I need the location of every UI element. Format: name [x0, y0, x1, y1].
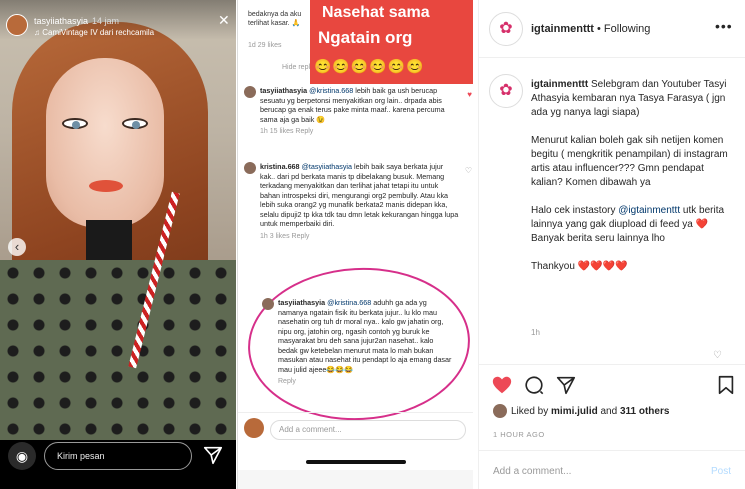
banner-line-2: Ngatain org [314, 28, 417, 48]
comment-avatar[interactable] [244, 162, 256, 174]
own-avatar [244, 418, 264, 438]
caption-mention[interactable]: @igtainmenttt [618, 205, 680, 216]
story-avatar[interactable] [6, 14, 28, 36]
comment-1: tasyiiathasyia @kristina.668 lebih baik … [244, 86, 472, 137]
caption-avatar[interactable]: ✿ [489, 74, 523, 108]
liked-by-count[interactable]: 311 others [620, 406, 669, 417]
comment-2: kristina.668 @tasyiiathasyia lebih baik … [244, 162, 472, 242]
bottom-strip [238, 470, 473, 489]
comment-username[interactable]: kristina.668 [260, 162, 300, 171]
home-indicator[interactable] [306, 460, 406, 464]
comment-mention[interactable]: @tasyiiathasyia [302, 162, 352, 171]
post-panel: ✿ igtainmenttt • Following ••• ✿ igtainm… [478, 0, 745, 489]
comment-meta[interactable]: 1h 3 likes Reply [260, 232, 460, 242]
previous-comment-text: bedaknya da aku terlihat kasar. 🙏 [248, 11, 302, 27]
send-icon[interactable] [202, 444, 224, 466]
polka-dot-shirt [0, 260, 236, 440]
caption-para-4: Thankyou ❤️❤️❤️❤️ [531, 261, 628, 272]
caption-para-2: Menurut kalian boleh gak sih netijen kom… [531, 135, 728, 188]
emoji-row: 😊😊😊😊😊😊 [314, 58, 425, 74]
comment-mention[interactable]: @kristina.668 [309, 86, 353, 95]
story-panel: tasyiiathasyia 14 jam ♫ CamiVintage IV da… [0, 0, 236, 489]
post-avatar[interactable]: ✿ [489, 12, 523, 46]
action-bar [479, 364, 745, 404]
comment-meta[interactable]: 1h 15 likes Reply [260, 127, 460, 137]
camera-icon[interactable]: ◉ [8, 442, 36, 470]
left-eye [62, 118, 88, 129]
more-options-icon[interactable]: ••• [715, 18, 733, 34]
post-button[interactable]: Post [711, 466, 731, 477]
chevron-left-icon[interactable]: ‹ [8, 238, 26, 256]
post-username[interactable]: igtainmenttt • Following [531, 23, 650, 35]
liked-by-user[interactable]: mimi.julid [551, 406, 598, 417]
heart-outline-icon[interactable]: ♡ [465, 166, 472, 176]
comment-meta[interactable]: Reply [278, 377, 454, 387]
liked-by-avatar[interactable] [493, 404, 507, 418]
story-photo [0, 0, 236, 440]
comment-username[interactable]: tasyiiathasyia [260, 86, 307, 95]
previous-comment-meta: 1d 29 likes [248, 42, 282, 49]
bookmark-icon[interactable] [715, 374, 737, 396]
following-label[interactable]: • Following [597, 23, 650, 35]
heart-icon[interactable]: ♥ [467, 90, 472, 100]
right-eye [122, 118, 148, 129]
liked-by: Liked by mimi.julid and 311 others [511, 406, 669, 417]
liked-by-and: and [600, 406, 618, 417]
caption-para-1: igtainmenttt Selebgram dan Youtuber Tasy… [531, 78, 737, 120]
comment-username[interactable]: tasyiiathasyia [278, 298, 325, 307]
comment-mention[interactable]: @kristina.668 [327, 298, 371, 307]
caption: igtainmenttt Selebgram dan Youtuber Tasy… [531, 78, 737, 274]
post-timestamp: 1 HOUR AGO [493, 430, 545, 439]
heart-filled-icon[interactable] [491, 374, 513, 396]
post-username-text[interactable]: igtainmenttt [531, 23, 594, 35]
story-time: 14 jam [92, 16, 120, 26]
caption-para-3: Halo cek instastory @igtainmenttt utk be… [531, 204, 737, 246]
close-icon[interactable]: ✕ [218, 12, 230, 29]
banner-line-1: Nasehat sama [318, 4, 434, 22]
liked-by-prefix: Liked by [511, 406, 549, 417]
message-input[interactable]: Kirim pesan [44, 442, 192, 470]
post-add-comment-input[interactable]: Add a comment... [493, 466, 571, 477]
caption-text-3a: Halo cek instastory [531, 205, 616, 216]
story-username[interactable]: tasyiiathasyia 14 jam [34, 16, 119, 26]
story-music[interactable]: ♫ CamiVintage IV dari rechcamila [34, 28, 154, 37]
caption-username[interactable]: igtainmenttt [531, 79, 588, 90]
comment-avatar[interactable] [262, 298, 274, 310]
share-icon[interactable] [555, 374, 577, 396]
comment-text: aduhh ga ada yg namanya ngatain fisik it… [278, 298, 452, 374]
comment-text: lebih baik saya berkata jujur kak.. dari… [260, 162, 459, 228]
caption-time: 1h [531, 328, 540, 337]
comment-avatar[interactable] [244, 86, 256, 98]
comments-panel: bedaknya da aku terlihat kasar. 🙏 1d 29 … [237, 0, 473, 489]
comment-3: tasyiiathasyia @kristina.668 aduhh ga ad… [262, 298, 454, 387]
heart-outline-icon[interactable]: ♡ [713, 350, 722, 361]
add-comment-input[interactable]: Add a comment... [270, 420, 466, 440]
story-username-text[interactable]: tasyiiathasyia [34, 16, 88, 26]
face [46, 58, 164, 228]
lips [89, 180, 123, 192]
comment-icon[interactable] [523, 374, 545, 396]
